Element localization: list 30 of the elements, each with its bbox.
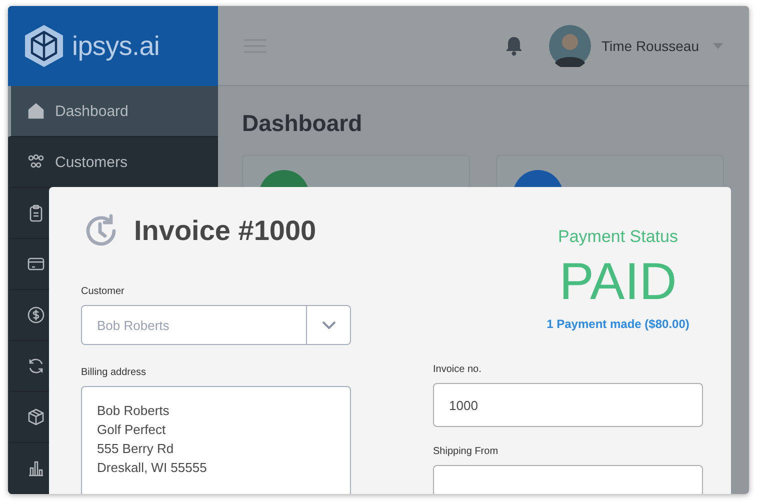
sidebar-item-label: Customers (55, 154, 128, 170)
field-label: Invoice no. (433, 364, 482, 375)
box-icon (27, 408, 45, 426)
home-icon (27, 102, 45, 120)
caret-icon[interactable] (713, 42, 723, 48)
history-icon (84, 214, 118, 248)
payment-status: PAID (559, 252, 677, 313)
card-icon (27, 255, 45, 273)
bell-icon[interactable] (505, 36, 524, 56)
chevron-down-icon (322, 321, 336, 330)
invoice-title: Invoice #1000 (134, 215, 316, 247)
page-title: Dashboard (242, 110, 364, 137)
payments-link[interactable]: 1 Payment made ($80.00) (546, 317, 690, 331)
field-label: Customer (81, 286, 126, 297)
sidebar-item-label: Dashboard (55, 102, 128, 120)
billing-address-field[interactable]: Bob Roberts Golf Perfect 555 Berry Rd Dreskall, WI 55555 (81, 386, 351, 494)
user-name[interactable]: Time Rousseau (601, 38, 699, 54)
payment-status-label: Payment Status (558, 227, 678, 247)
avatar[interactable] (549, 24, 592, 66)
clipboard-icon (27, 204, 45, 222)
sidebar-item[interactable]: Dashboard (8, 86, 218, 137)
field-label: Billing address (81, 367, 148, 378)
refresh-icon (27, 357, 45, 375)
customer-select[interactable]: Bob Roberts (81, 305, 351, 346)
invoice-number-field[interactable]: 1000 (433, 383, 703, 427)
dollar-icon (27, 306, 45, 324)
bar-chart-icon (27, 459, 45, 477)
cube-logo-icon (24, 24, 64, 68)
field-label: Shipping From (433, 446, 500, 457)
logo-text: ipsys.ai (72, 30, 160, 62)
